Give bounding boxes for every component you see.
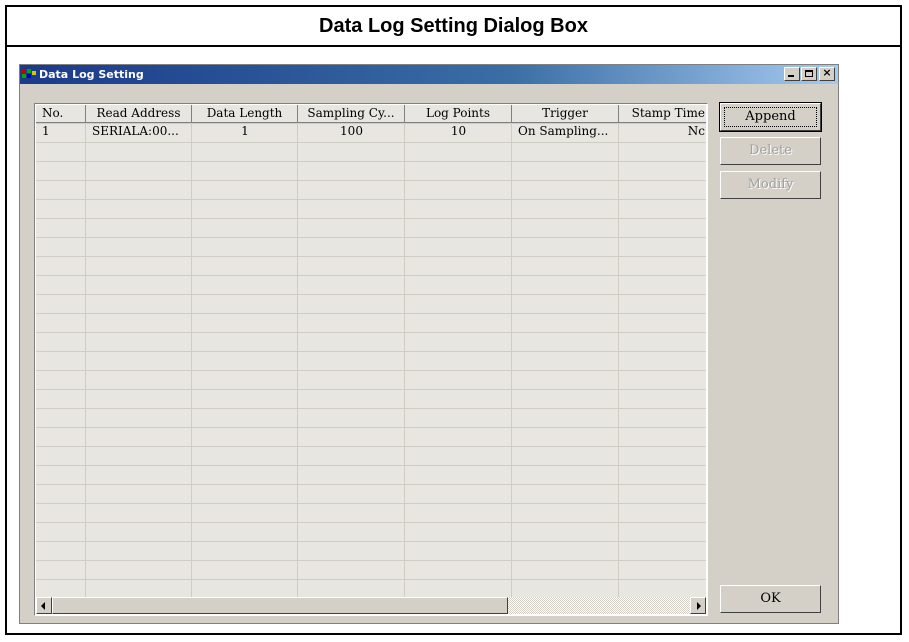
minimize-button[interactable] [784,67,800,81]
list-header: No. Read Address Data Length Sampling Cy… [36,105,706,123]
minimize-icon [788,75,794,77]
delete-button[interactable]: Delete [720,137,821,165]
cell-data-length: 1 [241,124,249,138]
scrollbar-thumb[interactable] [52,597,508,614]
list-rows: 1 SERIALA:00... 1 100 10 On Sampling... … [36,123,706,142]
horizontal-scrollbar[interactable] [36,597,706,614]
table-row[interactable]: 1 SERIALA:00... 1 100 10 On Sampling... … [36,123,706,142]
list-body: No. Read Address Data Length Sampling Cy… [36,105,706,597]
scroll-left-button[interactable] [36,597,52,614]
column-header-trigger[interactable]: Trigger [512,105,619,123]
cell-no: 1 [42,124,50,138]
data-log-setting-dialog: Data Log Setting × No. Read Address Data… [19,64,839,624]
cell-read-address: SERIALA:00... [92,124,179,138]
append-button[interactable]: Append [719,102,822,132]
data-log-app-icon [22,68,36,81]
figure-caption: Data Log Setting Dialog Box [319,14,588,37]
column-header-stamp-time[interactable]: Stamp Time [619,105,706,123]
modify-button[interactable]: Modify [720,171,821,199]
scroll-right-button[interactable] [690,597,706,614]
cell-log-points: 10 [450,124,467,138]
ok-button[interactable]: OK [720,585,821,613]
scroll-right-arrow-icon [697,602,701,610]
column-header-sampling-cycle[interactable]: Sampling Cy... [298,105,405,123]
maximize-icon [805,70,813,77]
cell-sampling-cycle: 100 [340,124,363,138]
cell-stamp-time: Nc [687,124,705,138]
close-button[interactable]: × [819,66,835,81]
column-header-no[interactable]: No. [36,105,86,123]
data-log-list[interactable]: No. Read Address Data Length Sampling Cy… [34,103,708,616]
scroll-left-arrow-icon [41,602,45,610]
column-header-read-address[interactable]: Read Address [86,105,192,123]
column-header-data-length[interactable]: Data Length [192,105,298,123]
maximize-button[interactable] [801,67,817,81]
cell-trigger: On Sampling... [518,124,609,138]
title-bar[interactable]: Data Log Setting × [20,65,838,84]
window-title: Data Log Setting [39,68,144,81]
close-icon: × [822,66,832,79]
figure-caption-bar: Data Log Setting Dialog Box [7,7,900,47]
column-header-log-points[interactable]: Log Points [405,105,512,123]
